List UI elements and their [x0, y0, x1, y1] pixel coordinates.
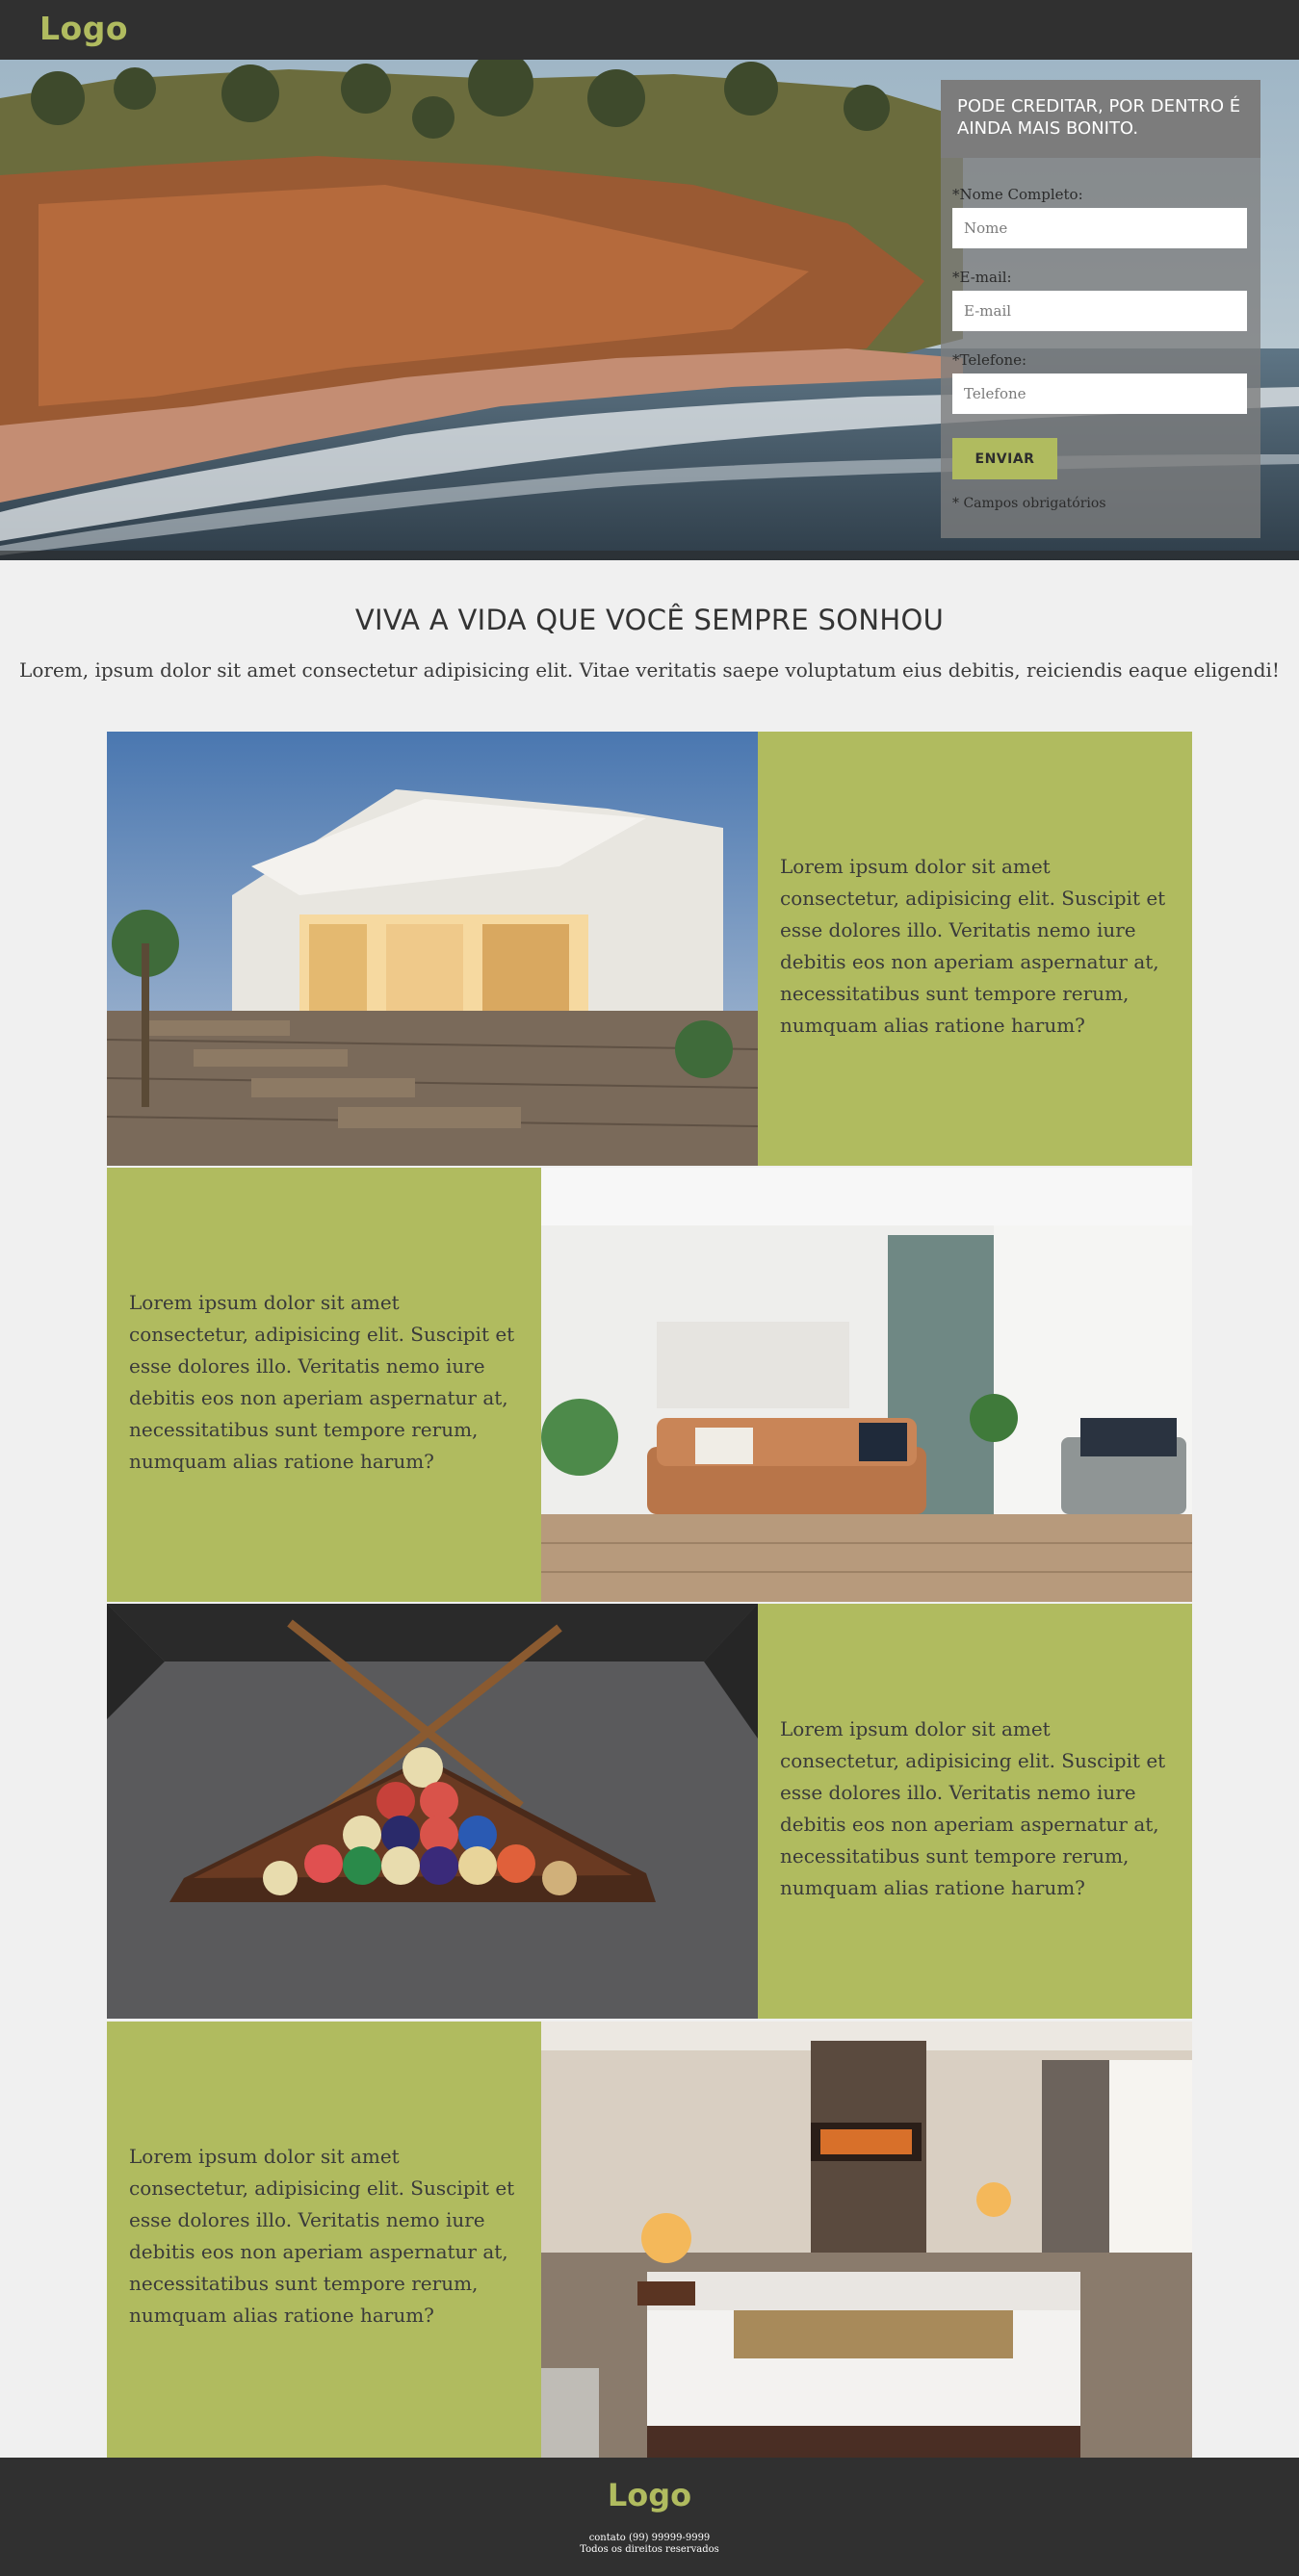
page-headline: VIVA A VIDA QUE VOCÊ SEMPRE SONHOU [354, 604, 945, 636]
feature-text: Lorem ipsum dolor sit amet consectetur, … [780, 1717, 1166, 1899]
feature-image-bedroom [541, 2022, 1192, 2458]
feature-text-box: Lorem ipsum dolor sit amet consectetur, … [758, 1604, 1192, 2019]
feature-text: Lorem ipsum dolor sit amet consectetur, … [129, 1291, 515, 1473]
feature-image-billiards [107, 1604, 758, 2038]
name-field[interactable] [952, 208, 1247, 248]
form-header: PODE CREDITAR, POR DENTRO É AINDA MAIS B… [941, 80, 1260, 158]
submit-button[interactable]: ENVIAR [952, 438, 1057, 479]
feature-text-box: Lorem ipsum dolor sit amet consectetur, … [758, 732, 1192, 1166]
feature-image-living-room [541, 1168, 1192, 1602]
email-field[interactable] [952, 291, 1247, 331]
footer-rights: Todos os direitos reservados [580, 2544, 719, 2555]
form-title: PODE CREDITAR, POR DENTRO É AINDA MAIS B… [957, 96, 1241, 139]
required-note: * Campos obrigatórios [952, 496, 1106, 511]
feature-block: Lorem ipsum dolor sit amet consectetur, … [107, 2022, 1192, 2458]
feature-text-box: Lorem ipsum dolor sit amet consectetur, … [107, 1168, 541, 1602]
site-header: Logo [0, 0, 1299, 60]
site-footer: Logo contato (99) 99999-9999 Todos os di… [0, 2458, 1299, 2576]
phone-label: *Telefone: [952, 351, 1027, 369]
feature-image-house [107, 732, 758, 1166]
page-subtitle: Lorem, ipsum dolor sit amet consectetur … [19, 658, 1280, 682]
footer-logo[interactable]: Logo [0, 2477, 1299, 2513]
feature-block: Lorem ipsum dolor sit amet consectetur, … [107, 1168, 1192, 1602]
footer-contact: contato (99) 99999-9999 [588, 2533, 711, 2543]
email-label: *E-mail: [952, 269, 1012, 286]
contact-form: PODE CREDITAR, POR DENTRO É AINDA MAIS B… [941, 80, 1260, 538]
feature-block: Lorem ipsum dolor sit amet consectetur, … [107, 732, 1192, 1166]
feature-text-box: Lorem ipsum dolor sit amet consectetur, … [107, 2022, 541, 2458]
feature-text: Lorem ipsum dolor sit amet consectetur, … [780, 855, 1166, 1037]
feature-text: Lorem ipsum dolor sit amet consectetur, … [129, 2145, 515, 2327]
feature-block: Lorem ipsum dolor sit amet consectetur, … [107, 1604, 1192, 2038]
header-logo[interactable]: Logo [39, 10, 128, 47]
name-label: *Nome Completo: [952, 186, 1083, 203]
phone-field[interactable] [952, 374, 1247, 414]
